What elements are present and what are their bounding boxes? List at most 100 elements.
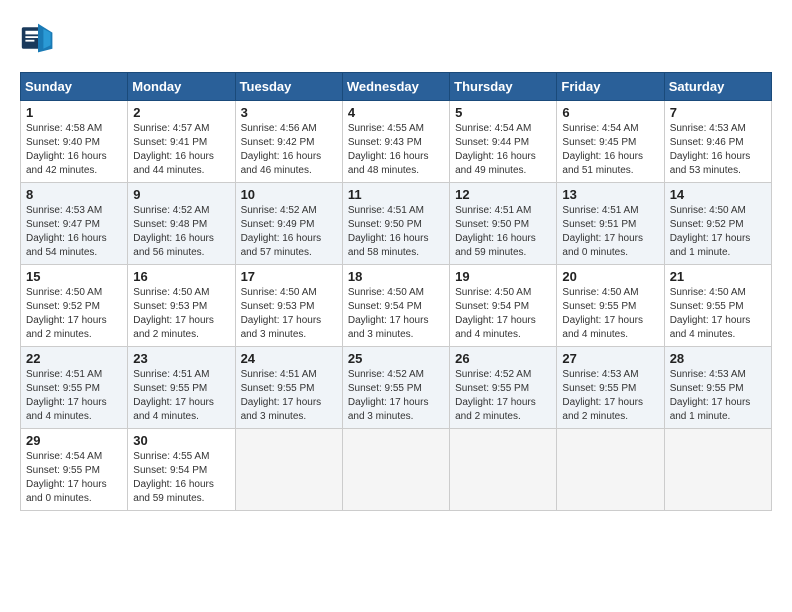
day-number: 26 <box>455 351 551 366</box>
day-info: Sunrise: 4:54 AM Sunset: 9:45 PM Dayligh… <box>562 122 658 178</box>
calendar-day-cell: 8Sunrise: 4:53 AM Sunset: 9:47 PM Daylig… <box>21 183 128 265</box>
calendar-day-cell: 11 Sunrise: 4:51 AM Sunset: 9:50 PM Dayli… <box>342 183 449 265</box>
calendar-header-row: SundayMondayTuesdayWednesdayThursdayFrid… <box>21 73 772 101</box>
day-number: 21 <box>670 269 766 284</box>
day-info: Sunrise: 4:53 AM Sunset: 9:46 PM Dayligh… <box>670 122 766 178</box>
day-number: 16 <box>133 269 229 284</box>
day-number: 9 <box>133 187 229 202</box>
calendar-day-cell: 21 Sunrise: 4:50 AM Sunset: 9:55 PM Dayli… <box>664 265 771 347</box>
calendar-week-row: 8Sunrise: 4:53 AM Sunset: 9:47 PM Daylig… <box>21 183 772 265</box>
day-number: 24 <box>241 351 337 366</box>
calendar-day-cell: 24 Sunrise: 4:51 AM Sunset: 9:55 PM Dayli… <box>235 347 342 429</box>
day-info: Sunrise: 4:55 AM Sunset: 9:54 PM Dayligh… <box>133 450 229 506</box>
day-number: 18 <box>348 269 444 284</box>
calendar-day-cell: 3 Sunrise: 4:56 AM Sunset: 9:42 PM Daylig… <box>235 101 342 183</box>
day-number: 2 <box>133 105 229 120</box>
day-number: 27 <box>562 351 658 366</box>
calendar-day-cell: 19 Sunrise: 4:50 AM Sunset: 9:54 PM Dayli… <box>450 265 557 347</box>
day-info: Sunrise: 4:50 AM Sunset: 9:52 PM Dayligh… <box>670 204 766 260</box>
calendar-day-cell: 10 Sunrise: 4:52 AM Sunset: 9:49 PM Dayli… <box>235 183 342 265</box>
calendar-day-cell: 30 Sunrise: 4:55 AM Sunset: 9:54 PM Dayli… <box>128 429 235 511</box>
page-header <box>20 20 772 56</box>
calendar-day-cell: 1 Sunrise: 4:58 AM Sunset: 9:40 PM Daylig… <box>21 101 128 183</box>
column-header-sunday: Sunday <box>21 73 128 101</box>
calendar-day-cell <box>235 429 342 511</box>
calendar-day-cell: 28 Sunrise: 4:53 AM Sunset: 9:55 PM Dayli… <box>664 347 771 429</box>
calendar-day-cell <box>450 429 557 511</box>
day-info: Sunrise: 4:51 AM Sunset: 9:50 PM Dayligh… <box>348 204 444 260</box>
day-number: 10 <box>241 187 337 202</box>
day-number: 3 <box>241 105 337 120</box>
day-info: Sunrise: 4:52 AM Sunset: 9:55 PM Dayligh… <box>348 368 444 424</box>
day-info: Sunrise: 4:50 AM Sunset: 9:54 PM Dayligh… <box>455 286 551 342</box>
day-info: Sunrise: 4:51 AM Sunset: 9:55 PM Dayligh… <box>26 368 122 424</box>
day-info: Sunrise: 4:50 AM Sunset: 9:52 PM Dayligh… <box>26 286 122 342</box>
day-info: Sunrise: 4:51 AM Sunset: 9:55 PM Dayligh… <box>241 368 337 424</box>
day-info: Sunrise: 4:51 AM Sunset: 9:55 PM Dayligh… <box>133 368 229 424</box>
day-number: 15 <box>26 269 122 284</box>
calendar-day-cell: 26 Sunrise: 4:52 AM Sunset: 9:55 PM Dayli… <box>450 347 557 429</box>
day-info: Sunrise: 4:52 AM Sunset: 9:49 PM Dayligh… <box>241 204 337 260</box>
calendar-day-cell: 6 Sunrise: 4:54 AM Sunset: 9:45 PM Daylig… <box>557 101 664 183</box>
day-number: 17 <box>241 269 337 284</box>
day-number: 7 <box>670 105 766 120</box>
day-info: Sunrise: 4:51 AM Sunset: 9:51 PM Dayligh… <box>562 204 658 260</box>
calendar-day-cell: 18 Sunrise: 4:50 AM Sunset: 9:54 PM Dayli… <box>342 265 449 347</box>
day-info: Sunrise: 4:50 AM Sunset: 9:55 PM Dayligh… <box>562 286 658 342</box>
calendar-day-cell: 17Sunrise: 4:50 AM Sunset: 9:53 PM Dayli… <box>235 265 342 347</box>
calendar-day-cell: 15 Sunrise: 4:50 AM Sunset: 9:52 PM Dayli… <box>21 265 128 347</box>
logo <box>20 20 60 56</box>
calendar-week-row: 1 Sunrise: 4:58 AM Sunset: 9:40 PM Daylig… <box>21 101 772 183</box>
calendar-day-cell: 25Sunrise: 4:52 AM Sunset: 9:55 PM Dayli… <box>342 347 449 429</box>
day-info: Sunrise: 4:50 AM Sunset: 9:54 PM Dayligh… <box>348 286 444 342</box>
day-number: 20 <box>562 269 658 284</box>
column-header-thursday: Thursday <box>450 73 557 101</box>
day-info: Sunrise: 4:54 AM Sunset: 9:55 PM Dayligh… <box>26 450 122 506</box>
day-info: Sunrise: 4:53 AM Sunset: 9:55 PM Dayligh… <box>562 368 658 424</box>
day-number: 19 <box>455 269 551 284</box>
day-info: Sunrise: 4:50 AM Sunset: 9:55 PM Dayligh… <box>670 286 766 342</box>
calendar-day-cell: 7 Sunrise: 4:53 AM Sunset: 9:46 PM Daylig… <box>664 101 771 183</box>
day-number: 29 <box>26 433 122 448</box>
calendar-table: SundayMondayTuesdayWednesdayThursdayFrid… <box>20 72 772 511</box>
calendar-day-cell: 16 Sunrise: 4:50 AM Sunset: 9:53 PM Dayli… <box>128 265 235 347</box>
day-number: 30 <box>133 433 229 448</box>
column-header-tuesday: Tuesday <box>235 73 342 101</box>
day-number: 6 <box>562 105 658 120</box>
day-info: Sunrise: 4:58 AM Sunset: 9:40 PM Dayligh… <box>26 122 122 178</box>
calendar-day-cell: 13Sunrise: 4:51 AM Sunset: 9:51 PM Dayli… <box>557 183 664 265</box>
day-number: 12 <box>455 187 551 202</box>
calendar-day-cell: 14 Sunrise: 4:50 AM Sunset: 9:52 PM Dayli… <box>664 183 771 265</box>
day-info: Sunrise: 4:54 AM Sunset: 9:44 PM Dayligh… <box>455 122 551 178</box>
calendar-week-row: 22 Sunrise: 4:51 AM Sunset: 9:55 PM Dayli… <box>21 347 772 429</box>
day-number: 1 <box>26 105 122 120</box>
calendar-day-cell: 2Sunrise: 4:57 AM Sunset: 9:41 PM Daylig… <box>128 101 235 183</box>
calendar-day-cell: 4Sunrise: 4:55 AM Sunset: 9:43 PM Daylig… <box>342 101 449 183</box>
day-info: Sunrise: 4:53 AM Sunset: 9:55 PM Dayligh… <box>670 368 766 424</box>
day-number: 28 <box>670 351 766 366</box>
calendar-day-cell: 23 Sunrise: 4:51 AM Sunset: 9:55 PM Dayli… <box>128 347 235 429</box>
day-info: Sunrise: 4:50 AM Sunset: 9:53 PM Dayligh… <box>133 286 229 342</box>
column-header-friday: Friday <box>557 73 664 101</box>
calendar-week-row: 29 Sunrise: 4:54 AM Sunset: 9:55 PM Dayli… <box>21 429 772 511</box>
day-number: 14 <box>670 187 766 202</box>
day-number: 11 <box>348 187 444 202</box>
day-info: Sunrise: 4:56 AM Sunset: 9:42 PM Dayligh… <box>241 122 337 178</box>
calendar-day-cell: 22 Sunrise: 4:51 AM Sunset: 9:55 PM Dayli… <box>21 347 128 429</box>
day-info: Sunrise: 4:52 AM Sunset: 9:55 PM Dayligh… <box>455 368 551 424</box>
day-number: 5 <box>455 105 551 120</box>
day-info: Sunrise: 4:55 AM Sunset: 9:43 PM Dayligh… <box>348 122 444 178</box>
calendar-day-cell <box>342 429 449 511</box>
column-header-monday: Monday <box>128 73 235 101</box>
day-info: Sunrise: 4:51 AM Sunset: 9:50 PM Dayligh… <box>455 204 551 260</box>
column-header-wednesday: Wednesday <box>342 73 449 101</box>
calendar-day-cell: 27 Sunrise: 4:53 AM Sunset: 9:55 PM Dayli… <box>557 347 664 429</box>
day-info: Sunrise: 4:52 AM Sunset: 9:48 PM Dayligh… <box>133 204 229 260</box>
day-info: Sunrise: 4:53 AM Sunset: 9:47 PM Dayligh… <box>26 204 122 260</box>
day-number: 22 <box>26 351 122 366</box>
logo-icon <box>20 20 56 56</box>
calendar-day-cell <box>664 429 771 511</box>
calendar-day-cell: 12 Sunrise: 4:51 AM Sunset: 9:50 PM Dayli… <box>450 183 557 265</box>
calendar-week-row: 15 Sunrise: 4:50 AM Sunset: 9:52 PM Dayli… <box>21 265 772 347</box>
day-number: 23 <box>133 351 229 366</box>
